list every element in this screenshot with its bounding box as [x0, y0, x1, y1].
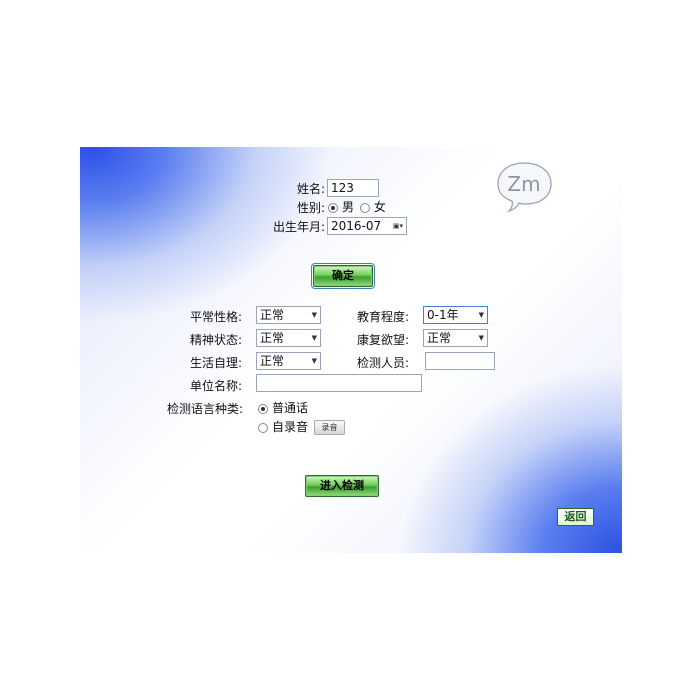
chevron-down-icon: ▼ [478, 311, 484, 319]
personality-label: 平常性格: [190, 310, 243, 324]
radio-male[interactable] [328, 202, 338, 213]
radio-female[interactable] [359, 202, 370, 213]
examiner-input[interactable] [425, 352, 495, 370]
language-label: 检测语言种类: [167, 402, 244, 416]
gender-female-option[interactable]: 女 [359, 200, 386, 214]
education-label: 教育程度: [357, 310, 410, 324]
unit-label: 单位名称: [190, 379, 243, 393]
recovery-select[interactable]: 正常 ▼ [423, 329, 488, 347]
birth-value: 2016-07 [331, 219, 382, 233]
radio-mandarin[interactable] [258, 403, 268, 414]
name-label: 姓名: [296, 182, 325, 196]
birth-date-picker[interactable]: 2016-07 ▣▾ [327, 217, 407, 235]
examiner-label: 检测人员: [357, 356, 410, 370]
main-panel: Zm 姓名: 123 性别: 男 女 出生年月: 2016-07 ▣▾ 确定 平… [80, 147, 622, 553]
name-input[interactable]: 123 [327, 179, 379, 197]
mental-label: 精神状态: [190, 333, 243, 347]
birth-label: 出生年月: [272, 220, 325, 234]
unit-input[interactable] [256, 374, 422, 392]
zm-logo: Zm [497, 162, 552, 213]
gender-label: 性别: [296, 201, 325, 215]
record-button[interactable]: 录音 [314, 420, 345, 435]
back-button[interactable]: 返回 [557, 508, 594, 526]
gender-male-option[interactable]: 男 [328, 200, 354, 214]
radio-selfrecord[interactable] [258, 422, 268, 433]
chevron-down-icon: ▼ [311, 311, 317, 319]
language-option-selfrecord[interactable]: 自录音 [258, 418, 308, 435]
gender-group: 男 女 [328, 198, 386, 215]
svg-text:Zm: Zm [507, 172, 540, 196]
chevron-down-icon: ▼ [478, 334, 484, 342]
personality-select[interactable]: 正常 ▼ [256, 306, 321, 324]
confirm-button[interactable]: 确定 [311, 263, 375, 289]
recovery-label: 康复欲望: [357, 333, 410, 347]
chevron-down-icon: ▼ [311, 334, 317, 342]
selfcare-select[interactable]: 正常 ▼ [256, 352, 321, 370]
mental-select[interactable]: 正常 ▼ [256, 329, 321, 347]
chevron-down-icon: ▼ [311, 357, 317, 365]
language-option-mandarin[interactable]: 普通话 [258, 399, 308, 416]
enter-test-button[interactable]: 进入检测 [305, 475, 379, 497]
calendar-dropdown-icon[interactable]: ▣▾ [393, 218, 403, 234]
selfcare-label: 生活自理: [190, 356, 243, 370]
education-select[interactable]: 0-1年 ▼ [423, 306, 488, 324]
